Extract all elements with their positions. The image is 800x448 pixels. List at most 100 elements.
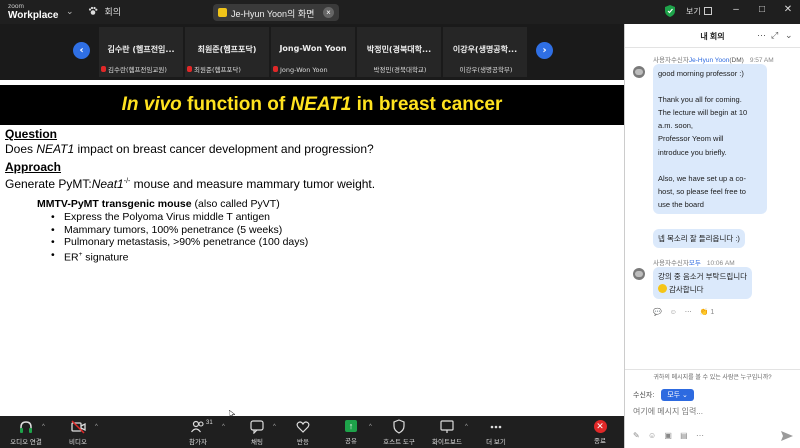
participant-name: 김수란 (헴프전임... [107, 45, 175, 54]
mic-muted-icon [273, 66, 278, 72]
chat-button[interactable]: 채팅 [237, 419, 277, 446]
more-icon[interactable]: ⋯ [757, 30, 766, 41]
participant-name: 박정민(경북대학... [366, 45, 432, 54]
avatar [633, 268, 645, 280]
participant-label: 박정민(경북대학교) [373, 66, 427, 74]
message-actions: 💬 ☺ ⋯ 👏 1 [653, 308, 726, 316]
chat-toolbar: ✎ ☺ ▣ ▤ ⋯ [633, 431, 793, 441]
participant-name: 최원준(헴프포닥) [197, 45, 257, 54]
participant-label: 이강우(생명공학부) [459, 66, 513, 74]
chevron-up-icon[interactable]: ^ [95, 424, 98, 430]
slide-title: In vivo function of NEAT1 in breast canc… [0, 85, 624, 125]
emoji-icon[interactable]: ☺ [670, 309, 677, 316]
approach-heading: Approach [5, 160, 62, 174]
view-label: 보기 [686, 7, 701, 16]
screenshot-icon[interactable]: ▣ [664, 431, 672, 440]
shield-icon[interactable] [665, 5, 675, 17]
end-call-icon: ✕ [593, 420, 607, 433]
chevron-up-icon[interactable]: ^ [465, 424, 468, 430]
chat-message[interactable]: good morning professor :) Thank you all … [653, 64, 767, 215]
recipient-label: 수신자: [633, 392, 655, 399]
participant-label: 최원준(헴프포닥) [187, 64, 269, 74]
grid-icon [703, 7, 712, 15]
meeting-label: 회의 [104, 7, 122, 17]
end-button[interactable]: ✕ 종료 [580, 419, 620, 445]
screen-share-indicator[interactable]: Je-Hyun Yoon의 화면 × [213, 4, 339, 21]
react-button[interactable]: 반응 [283, 419, 323, 446]
smile-emoji-icon [658, 284, 667, 294]
chat-message[interactable]: 넵 목소리 잘 들리옵니다 :) [653, 229, 745, 249]
reaction-count: 1 [710, 309, 715, 316]
participant-strip: ‹ 김수란 (헴프전임... 김수란(헴프전임교원) 최원준(헴프포닥) 최원준… [0, 24, 624, 80]
view-menu[interactable]: 보기 [686, 6, 712, 17]
comment-icon[interactable]: 💬 [653, 309, 662, 316]
list-item: Express the Polyoma Virus middle T antig… [51, 211, 615, 224]
message-meta: 사용자수신자Je-Hyun Yoon(DM) 9:57 AM [653, 57, 774, 64]
participant-count: 31 [206, 420, 213, 426]
list-item: Mammary tumors, 100% penetrance (5 weeks… [51, 224, 615, 237]
close-icon[interactable]: × [323, 7, 334, 18]
meeting-menu[interactable]: 회의 [88, 5, 121, 18]
zoom-logo: zoom Workplace [8, 2, 59, 21]
video-button[interactable]: 비디오 [58, 419, 98, 446]
chevron-up-icon[interactable]: ^ [222, 424, 225, 430]
close-window-button[interactable]: ✕ [780, 4, 796, 15]
chat-panel: 내 회의 ⋯ ⤢ ⌄ 사용자수신자Je-Hyun Yoon(DM) 9:57 AM… [624, 24, 800, 448]
recipient-row: 수신자: 모두 ⌄ [633, 389, 694, 401]
zoom-window: zoom Workplace ⌄ 회의 Je-Hyun Yoon의 화면 × 보… [0, 0, 800, 448]
share-screen-button[interactable]: ↑ 공유 [331, 419, 371, 445]
people-icon [191, 420, 204, 433]
minimize-button[interactable]: – [728, 4, 744, 15]
participant-tile[interactable]: 박정민(경북대학... 박정민(경북대학교) [357, 27, 441, 77]
reaction-badge[interactable]: 👏 1 [700, 309, 721, 316]
model-section: MMTV-PyMT transgenic mouse (also called … [37, 198, 615, 264]
share-label: Je-Hyun Yoon의 화면 [231, 9, 315, 19]
shield-icon [393, 419, 405, 434]
slide-body: Question Does NEAT1 impact on breast can… [5, 127, 615, 264]
mic-muted-icon [101, 66, 106, 72]
model-heading: MMTV-PyMT transgenic mouse (also called … [37, 198, 280, 210]
emoji-icon[interactable]: ☺ [648, 431, 656, 440]
more-icon[interactable]: ⋯ [696, 431, 704, 440]
share-icon [218, 8, 227, 17]
chevron-down-icon[interactable]: ⌄ [66, 6, 74, 17]
host-tools-button[interactable]: 호스트 도구 [379, 419, 419, 446]
chevron-down-icon[interactable]: ⌄ [785, 30, 793, 41]
chat-message[interactable]: 강의 중 음소거 부탁드립니다 감사합니다 [653, 267, 753, 300]
whiteboard-button[interactable]: 화이트보드 [427, 419, 467, 446]
audio-button[interactable]: 오디오 연결 [6, 419, 46, 446]
chat-input[interactable] [633, 404, 793, 418]
participant-name: Jong-Won Yoon [279, 44, 347, 53]
strip-prev-button[interactable]: ‹ [73, 42, 90, 59]
chevron-up-icon[interactable]: ^ [273, 424, 276, 430]
more-button[interactable]: 더 보기 [476, 419, 516, 446]
question-heading: Question [5, 127, 58, 141]
more-icon[interactable]: ⋯ [685, 309, 692, 316]
strip-next-button[interactable]: › [536, 42, 553, 59]
maximize-button[interactable]: □ [754, 4, 770, 15]
message-meta: 사용자수신자모두 10:06 AM [653, 260, 735, 267]
participant-tile[interactable]: Jong-Won Yoon Jong-Won Yoon [271, 27, 355, 77]
more-icon [490, 425, 502, 429]
chat-icon [250, 420, 264, 434]
send-icon[interactable] [781, 431, 793, 441]
participant-label: Jong-Won Yoon [273, 66, 355, 74]
chevron-up-icon[interactable]: ^ [42, 424, 45, 430]
participant-tile[interactable]: 최원준(헴프포닥) 최원준(헴프포닥) [185, 27, 269, 77]
participant-tile[interactable]: 이강우(생명공학... 이강우(생명공학부) [443, 27, 527, 77]
privacy-note[interactable]: 귀하의 메시지를 볼 수 있는 사람은 누구입니까? [625, 369, 800, 381]
share-arrow-icon: ↑ [345, 420, 357, 432]
participant-label: 김수란(헴프전임교원) [101, 64, 183, 74]
recipient-select[interactable]: 모두 ⌄ [661, 389, 694, 401]
file-icon[interactable]: ▤ [680, 431, 688, 440]
model-bullets: Express the Polyoma Virus middle T antig… [51, 211, 615, 264]
format-icon[interactable]: ✎ [633, 431, 640, 440]
whiteboard-icon [440, 420, 454, 433]
popout-icon[interactable]: ⤢ [771, 30, 778, 41]
question-text: Does NEAT1 impact on breast cancer devel… [5, 142, 374, 156]
approach-text: Generate PyMT:Neat1-/- mouse and measure… [5, 177, 376, 191]
brand-large: Workplace [8, 10, 59, 21]
list-item: Pulmonary metastasis, >90% penetrance (1… [51, 236, 615, 249]
chevron-up-icon[interactable]: ^ [369, 424, 372, 430]
participant-tile[interactable]: 김수란 (헴프전임... 김수란(헴프전임교원) [99, 27, 183, 77]
